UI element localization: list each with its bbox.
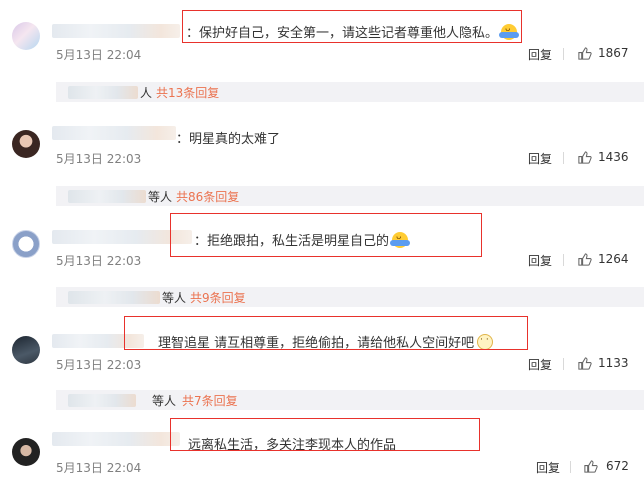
thumbs-up-icon[interactable] [577, 46, 592, 61]
username-blurred[interactable] [52, 126, 176, 140]
more-replies-link[interactable]: 共9条回复 [190, 289, 246, 306]
reply-button[interactable]: 回复 [528, 252, 552, 269]
username-blurred[interactable] [52, 432, 180, 446]
comment-time: 5月13日 22:03 [56, 152, 142, 166]
divider [563, 48, 564, 60]
sub-reply-users-suffix: 人 [140, 86, 153, 100]
reply-button[interactable]: 回复 [536, 459, 560, 476]
sub-reply-users-blurred [68, 190, 146, 203]
sub-reply-bar: 等人 共7条回复 [56, 390, 644, 410]
like-count: 1133 [598, 356, 629, 370]
avatar[interactable] [12, 336, 40, 364]
reply-button[interactable]: 回复 [528, 46, 552, 63]
sub-reply-bar: 人 共13条回复 [56, 82, 644, 102]
reply-button[interactable]: 回复 [528, 150, 552, 167]
divider [570, 461, 571, 473]
avatar[interactable] [12, 130, 40, 158]
comment-time: 5月13日 22:04 [56, 461, 142, 475]
sub-reply-bar: 等人 共86条回复 [56, 186, 644, 206]
like-count: 1264 [598, 252, 629, 266]
thumbs-up-icon[interactable] [583, 459, 598, 474]
sub-reply-bar: 等人 共9条回复 [56, 287, 644, 307]
sub-reply-users-blurred [68, 291, 160, 304]
sub-reply-users-blurred [68, 86, 138, 99]
comment-time: 5月13日 22:04 [56, 48, 142, 62]
avatar[interactable] [12, 230, 40, 258]
comment-text: ：明星真的太难了 [176, 132, 281, 147]
divider [563, 254, 564, 266]
like-count: 672 [606, 459, 629, 473]
thumbs-up-icon[interactable] [577, 356, 592, 371]
more-replies-link[interactable]: 共7条回复 [182, 392, 238, 409]
divider [563, 152, 564, 164]
highlight-box [124, 316, 528, 350]
sub-reply-users-suffix: 等人 [162, 291, 187, 305]
like-count: 1867 [598, 46, 629, 60]
thumbs-up-icon[interactable] [577, 150, 592, 165]
comment-time: 5月13日 22:03 [56, 358, 142, 372]
avatar[interactable] [12, 22, 40, 50]
highlight-box [182, 10, 522, 43]
comment-time: 5月13日 22:03 [56, 254, 142, 268]
divider [563, 358, 564, 370]
highlight-box [170, 213, 482, 257]
sub-reply-users-suffix: 等人 [148, 190, 173, 204]
reply-button[interactable]: 回复 [528, 356, 552, 373]
sub-reply-users-blurred [68, 394, 136, 407]
avatar[interactable] [12, 438, 40, 466]
thumbs-up-icon[interactable] [577, 252, 592, 267]
username-blurred[interactable] [52, 24, 180, 38]
more-replies-link[interactable]: 共13条回复 [156, 84, 219, 101]
more-replies-link[interactable]: 共86条回复 [176, 188, 239, 205]
highlight-box [170, 418, 480, 451]
sub-reply-users-suffix: 等人 [152, 394, 177, 408]
like-count: 1436 [598, 150, 629, 164]
